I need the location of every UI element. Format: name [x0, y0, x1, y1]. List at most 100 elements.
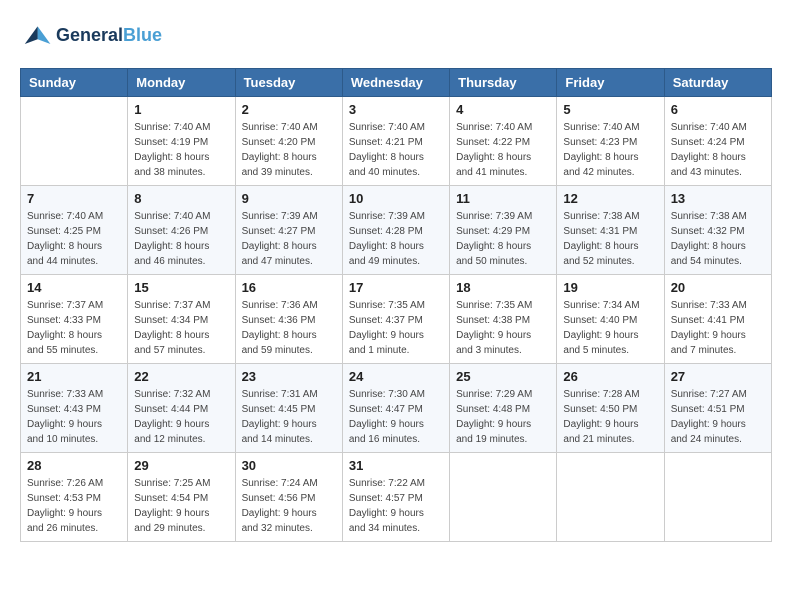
day-number: 19: [563, 280, 657, 295]
weekday-header: Sunday: [21, 69, 128, 97]
daylight-text: Daylight: 8 hours and 38 minutes.: [134, 150, 228, 180]
sunset-text: Sunset: 4:23 PM: [563, 135, 657, 150]
day-info: Sunrise: 7:40 AM Sunset: 4:22 PM Dayligh…: [456, 120, 550, 180]
day-info: Sunrise: 7:40 AM Sunset: 4:21 PM Dayligh…: [349, 120, 443, 180]
day-info: Sunrise: 7:34 AM Sunset: 4:40 PM Dayligh…: [563, 298, 657, 358]
calendar-day-cell: 17 Sunrise: 7:35 AM Sunset: 4:37 PM Dayl…: [342, 275, 449, 364]
sunset-text: Sunset: 4:22 PM: [456, 135, 550, 150]
daylight-text: Daylight: 8 hours and 39 minutes.: [242, 150, 336, 180]
calendar-day-cell: 16 Sunrise: 7:36 AM Sunset: 4:36 PM Dayl…: [235, 275, 342, 364]
sunrise-text: Sunrise: 7:40 AM: [671, 120, 765, 135]
calendar-day-cell: 2 Sunrise: 7:40 AM Sunset: 4:20 PM Dayli…: [235, 97, 342, 186]
calendar-day-cell: 27 Sunrise: 7:27 AM Sunset: 4:51 PM Dayl…: [664, 364, 771, 453]
calendar-day-cell: 6 Sunrise: 7:40 AM Sunset: 4:24 PM Dayli…: [664, 97, 771, 186]
sunset-text: Sunset: 4:28 PM: [349, 224, 443, 239]
day-number: 26: [563, 369, 657, 384]
calendar-day-cell: 15 Sunrise: 7:37 AM Sunset: 4:34 PM Dayl…: [128, 275, 235, 364]
daylight-text: Daylight: 8 hours and 49 minutes.: [349, 239, 443, 269]
daylight-text: Daylight: 9 hours and 14 minutes.: [242, 417, 336, 447]
day-number: 22: [134, 369, 228, 384]
calendar-day-cell: [557, 453, 664, 542]
sunrise-text: Sunrise: 7:29 AM: [456, 387, 550, 402]
calendar-table: SundayMondayTuesdayWednesdayThursdayFrid…: [20, 68, 772, 542]
calendar-day-cell: 18 Sunrise: 7:35 AM Sunset: 4:38 PM Dayl…: [450, 275, 557, 364]
calendar-day-cell: 31 Sunrise: 7:22 AM Sunset: 4:57 PM Dayl…: [342, 453, 449, 542]
sunset-text: Sunset: 4:40 PM: [563, 313, 657, 328]
calendar-header-row: SundayMondayTuesdayWednesdayThursdayFrid…: [21, 69, 772, 97]
calendar-day-cell: [450, 453, 557, 542]
day-info: Sunrise: 7:37 AM Sunset: 4:34 PM Dayligh…: [134, 298, 228, 358]
day-info: Sunrise: 7:33 AM Sunset: 4:43 PM Dayligh…: [27, 387, 121, 447]
sunrise-text: Sunrise: 7:33 AM: [671, 298, 765, 313]
day-number: 14: [27, 280, 121, 295]
sunrise-text: Sunrise: 7:26 AM: [27, 476, 121, 491]
day-number: 8: [134, 191, 228, 206]
day-number: 4: [456, 102, 550, 117]
daylight-text: Daylight: 9 hours and 19 minutes.: [456, 417, 550, 447]
calendar-day-cell: 25 Sunrise: 7:29 AM Sunset: 4:48 PM Dayl…: [450, 364, 557, 453]
day-info: Sunrise: 7:32 AM Sunset: 4:44 PM Dayligh…: [134, 387, 228, 447]
day-number: 11: [456, 191, 550, 206]
sunrise-text: Sunrise: 7:40 AM: [27, 209, 121, 224]
sunrise-text: Sunrise: 7:31 AM: [242, 387, 336, 402]
day-info: Sunrise: 7:39 AM Sunset: 4:28 PM Dayligh…: [349, 209, 443, 269]
sunset-text: Sunset: 4:33 PM: [27, 313, 121, 328]
sunset-text: Sunset: 4:57 PM: [349, 491, 443, 506]
sunrise-text: Sunrise: 7:40 AM: [134, 209, 228, 224]
weekday-header: Tuesday: [235, 69, 342, 97]
sunset-text: Sunset: 4:43 PM: [27, 402, 121, 417]
sunrise-text: Sunrise: 7:33 AM: [27, 387, 121, 402]
weekday-header: Monday: [128, 69, 235, 97]
sunset-text: Sunset: 4:53 PM: [27, 491, 121, 506]
sunrise-text: Sunrise: 7:39 AM: [456, 209, 550, 224]
day-info: Sunrise: 7:38 AM Sunset: 4:31 PM Dayligh…: [563, 209, 657, 269]
sunrise-text: Sunrise: 7:30 AM: [349, 387, 443, 402]
daylight-text: Daylight: 8 hours and 55 minutes.: [27, 328, 121, 358]
sunset-text: Sunset: 4:20 PM: [242, 135, 336, 150]
day-info: Sunrise: 7:33 AM Sunset: 4:41 PM Dayligh…: [671, 298, 765, 358]
daylight-text: Daylight: 8 hours and 46 minutes.: [134, 239, 228, 269]
day-info: Sunrise: 7:39 AM Sunset: 4:27 PM Dayligh…: [242, 209, 336, 269]
sunrise-text: Sunrise: 7:40 AM: [349, 120, 443, 135]
day-info: Sunrise: 7:29 AM Sunset: 4:48 PM Dayligh…: [456, 387, 550, 447]
calendar-week-row: 14 Sunrise: 7:37 AM Sunset: 4:33 PM Dayl…: [21, 275, 772, 364]
sunrise-text: Sunrise: 7:27 AM: [671, 387, 765, 402]
daylight-text: Daylight: 8 hours and 50 minutes.: [456, 239, 550, 269]
logo-icon: [20, 20, 52, 52]
daylight-text: Daylight: 9 hours and 32 minutes.: [242, 506, 336, 536]
daylight-text: Daylight: 9 hours and 12 minutes.: [134, 417, 228, 447]
day-info: Sunrise: 7:31 AM Sunset: 4:45 PM Dayligh…: [242, 387, 336, 447]
calendar-day-cell: 20 Sunrise: 7:33 AM Sunset: 4:41 PM Dayl…: [664, 275, 771, 364]
calendar-week-row: 21 Sunrise: 7:33 AM Sunset: 4:43 PM Dayl…: [21, 364, 772, 453]
day-number: 1: [134, 102, 228, 117]
logo: GeneralBlue: [20, 20, 162, 52]
day-info: Sunrise: 7:37 AM Sunset: 4:33 PM Dayligh…: [27, 298, 121, 358]
sunset-text: Sunset: 4:54 PM: [134, 491, 228, 506]
day-info: Sunrise: 7:28 AM Sunset: 4:50 PM Dayligh…: [563, 387, 657, 447]
daylight-text: Daylight: 8 hours and 59 minutes.: [242, 328, 336, 358]
daylight-text: Daylight: 9 hours and 34 minutes.: [349, 506, 443, 536]
sunrise-text: Sunrise: 7:22 AM: [349, 476, 443, 491]
sunrise-text: Sunrise: 7:38 AM: [563, 209, 657, 224]
sunset-text: Sunset: 4:21 PM: [349, 135, 443, 150]
day-info: Sunrise: 7:35 AM Sunset: 4:38 PM Dayligh…: [456, 298, 550, 358]
sunset-text: Sunset: 4:26 PM: [134, 224, 228, 239]
sunrise-text: Sunrise: 7:40 AM: [242, 120, 336, 135]
calendar-day-cell: 9 Sunrise: 7:39 AM Sunset: 4:27 PM Dayli…: [235, 186, 342, 275]
calendar-week-row: 1 Sunrise: 7:40 AM Sunset: 4:19 PM Dayli…: [21, 97, 772, 186]
day-info: Sunrise: 7:30 AM Sunset: 4:47 PM Dayligh…: [349, 387, 443, 447]
daylight-text: Daylight: 8 hours and 54 minutes.: [671, 239, 765, 269]
day-info: Sunrise: 7:39 AM Sunset: 4:29 PM Dayligh…: [456, 209, 550, 269]
sunrise-text: Sunrise: 7:37 AM: [134, 298, 228, 313]
calendar-day-cell: 7 Sunrise: 7:40 AM Sunset: 4:25 PM Dayli…: [21, 186, 128, 275]
day-number: 2: [242, 102, 336, 117]
day-info: Sunrise: 7:38 AM Sunset: 4:32 PM Dayligh…: [671, 209, 765, 269]
sunrise-text: Sunrise: 7:39 AM: [242, 209, 336, 224]
day-info: Sunrise: 7:24 AM Sunset: 4:56 PM Dayligh…: [242, 476, 336, 536]
day-number: 31: [349, 458, 443, 473]
sunrise-text: Sunrise: 7:32 AM: [134, 387, 228, 402]
day-number: 30: [242, 458, 336, 473]
sunset-text: Sunset: 4:25 PM: [27, 224, 121, 239]
daylight-text: Daylight: 8 hours and 47 minutes.: [242, 239, 336, 269]
calendar-week-row: 7 Sunrise: 7:40 AM Sunset: 4:25 PM Dayli…: [21, 186, 772, 275]
